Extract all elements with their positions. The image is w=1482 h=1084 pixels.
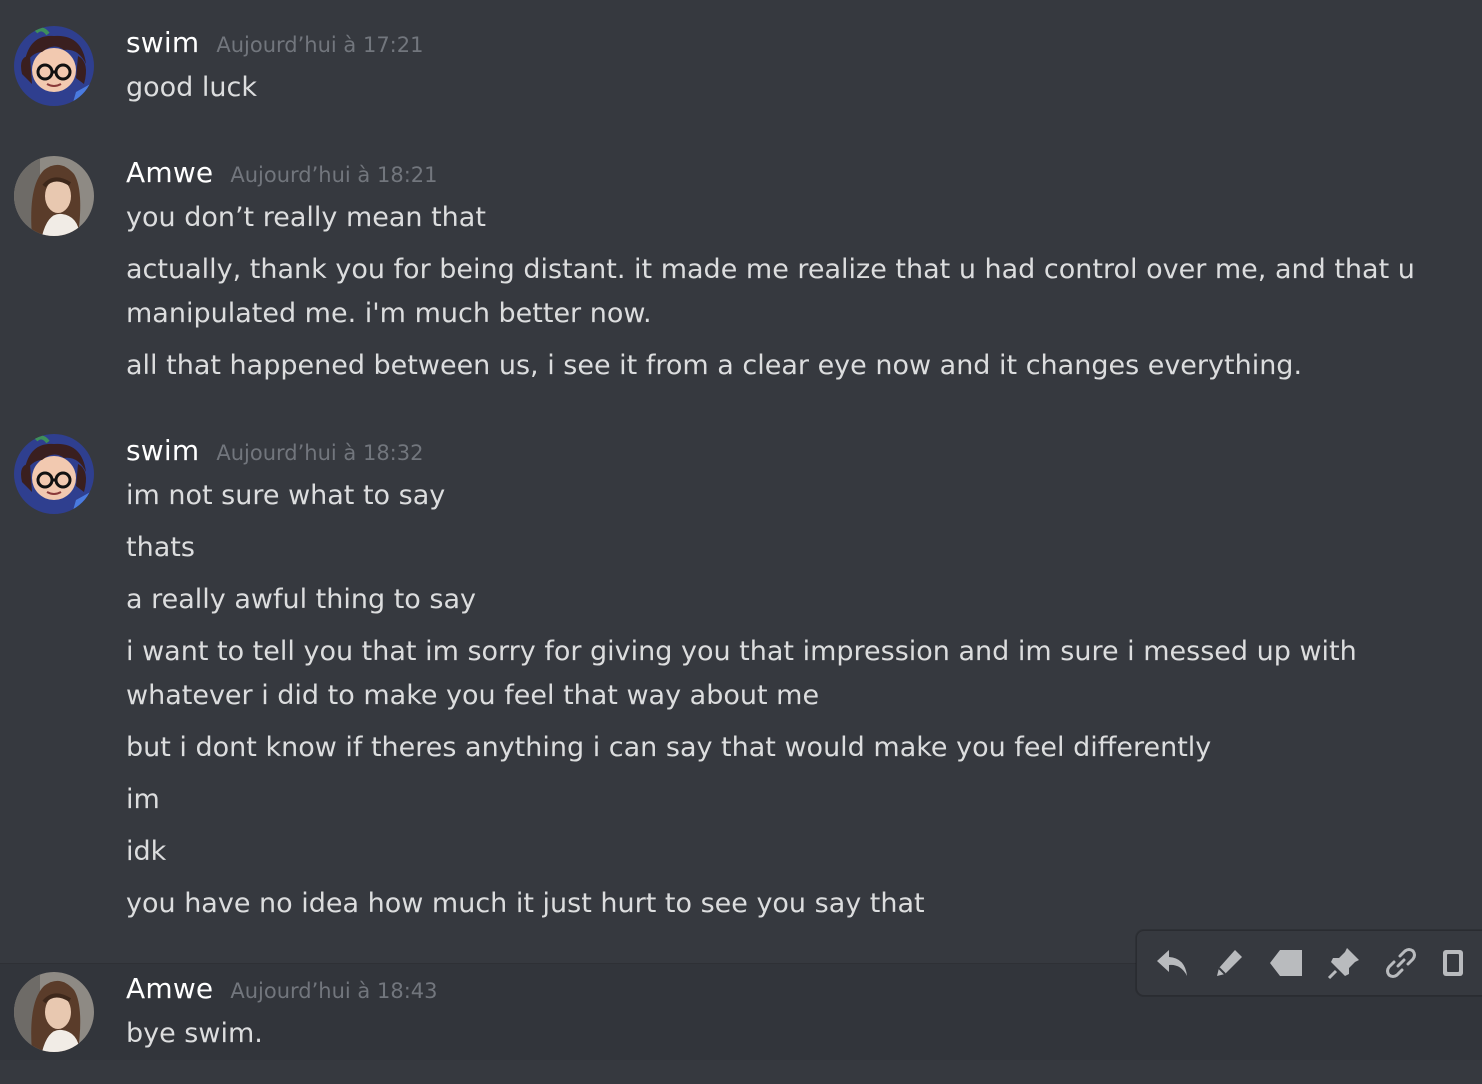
tag-icon xyxy=(1270,950,1303,976)
edit-button[interactable] xyxy=(1208,939,1249,987)
username[interactable]: Amwe xyxy=(126,156,213,189)
message-text: you don’t really mean that xyxy=(126,202,486,233)
more-button[interactable] xyxy=(1438,939,1479,987)
amwe-avatar-image xyxy=(14,972,94,1052)
pin-icon xyxy=(1327,948,1359,980)
swim-avatar-image xyxy=(14,26,94,106)
message-text: good luck xyxy=(126,72,257,103)
link-icon xyxy=(1385,948,1416,978)
message-header: Amwe Aujourd’hui à 18:43 xyxy=(126,972,438,1005)
message-actions-toolbar xyxy=(1136,930,1482,996)
avatar[interactable] xyxy=(14,434,94,514)
timestamp[interactable]: Aujourd’hui à 18:43 xyxy=(230,979,437,1003)
message-text: but i dont know if theres anything i can… xyxy=(126,732,1212,763)
message-text: i want to tell you that im sorry for giv… xyxy=(126,636,1357,711)
username[interactable]: Amwe xyxy=(126,972,213,1005)
reply-icon xyxy=(1156,950,1187,976)
message-text: im not sure what to say xyxy=(126,480,446,511)
more-icon xyxy=(1443,950,1464,976)
message-text: all that happened between us, i see it f… xyxy=(126,350,1303,381)
amwe-avatar-image xyxy=(14,156,94,236)
reply-button[interactable] xyxy=(1151,939,1192,987)
pin-button[interactable] xyxy=(1323,939,1364,987)
username[interactable]: swim xyxy=(126,26,199,59)
message-text: actually, thank you for being distant. i… xyxy=(126,254,1415,329)
message-text: idk xyxy=(126,836,167,867)
swim-avatar-image xyxy=(14,434,94,514)
avatar[interactable] xyxy=(14,972,94,1052)
message-text: thats xyxy=(126,532,195,563)
copy-link-button[interactable] xyxy=(1380,939,1421,987)
message-header: Amwe Aujourd’hui à 18:21 xyxy=(126,156,438,189)
tag-button[interactable] xyxy=(1266,939,1307,987)
timestamp[interactable]: Aujourd’hui à 17:21 xyxy=(216,33,423,57)
avatar[interactable] xyxy=(14,156,94,236)
chat-messages: swim Aujourd’hui à 17:21 good luck Amwe … xyxy=(0,0,1482,1084)
message-text: a really awful thing to say xyxy=(126,584,476,615)
message-header: swim Aujourd’hui à 17:21 xyxy=(126,26,423,59)
timestamp[interactable]: Aujourd’hui à 18:21 xyxy=(230,163,437,187)
avatar[interactable] xyxy=(14,26,94,106)
message-text: bye swim. xyxy=(126,1018,263,1049)
message-text: you have no idea how much it just hurt t… xyxy=(126,888,925,919)
message-text: im xyxy=(126,784,160,815)
username[interactable]: swim xyxy=(126,434,199,467)
message-header: swim Aujourd’hui à 18:32 xyxy=(126,434,423,467)
edit-icon xyxy=(1216,950,1242,976)
timestamp[interactable]: Aujourd’hui à 18:32 xyxy=(216,441,423,465)
